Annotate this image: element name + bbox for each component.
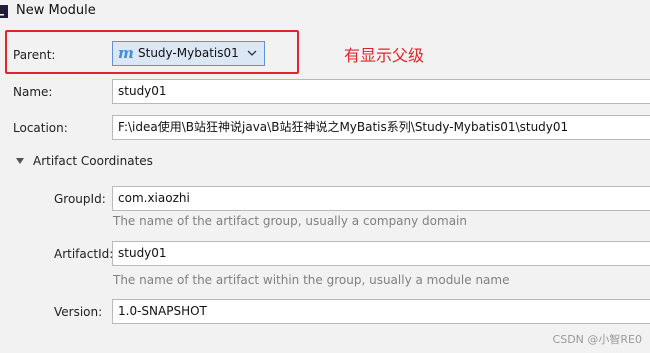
- artifactid-field[interactable]: study01: [112, 241, 650, 266]
- name-field[interactable]: study01: [112, 79, 650, 104]
- groupid-label: GroupId:: [54, 192, 106, 206]
- parent-dropdown-value: Study-Mybatis01: [138, 46, 239, 60]
- triangle-down-icon[interactable]: [15, 157, 25, 165]
- version-label: Version:: [54, 305, 103, 319]
- chevron-down-icon: [247, 50, 257, 56]
- artifact-coordinates-section[interactable]: Artifact Coordinates: [33, 154, 153, 168]
- parent-label: Parent:: [13, 48, 56, 62]
- location-field[interactable]: F:\idea使用\B站狂神说java\B站狂神说之MyBatis系列\Stud…: [112, 115, 650, 140]
- title-bar: New Module: [0, 0, 650, 24]
- artifactid-hint: The name of the artifact within the grou…: [113, 273, 510, 287]
- location-label: Location:: [13, 121, 68, 135]
- parent-dropdown[interactable]: m Study-Mybatis01: [112, 41, 265, 66]
- groupid-hint: The name of the artifact group, usually …: [113, 214, 467, 228]
- window-title: New Module: [16, 3, 96, 18]
- version-field[interactable]: 1.0-SNAPSHOT: [112, 299, 650, 324]
- artifactid-label: ArtifactId:: [54, 247, 114, 261]
- watermark: CSDN @小智RE0: [552, 333, 642, 346]
- maven-m-icon: m: [118, 44, 134, 62]
- intellij-icon: [0, 5, 8, 18]
- groupid-field[interactable]: com.xiaozhi: [112, 186, 650, 211]
- annotation-text: 有显示父级: [344, 46, 425, 65]
- name-label: Name:: [13, 85, 53, 99]
